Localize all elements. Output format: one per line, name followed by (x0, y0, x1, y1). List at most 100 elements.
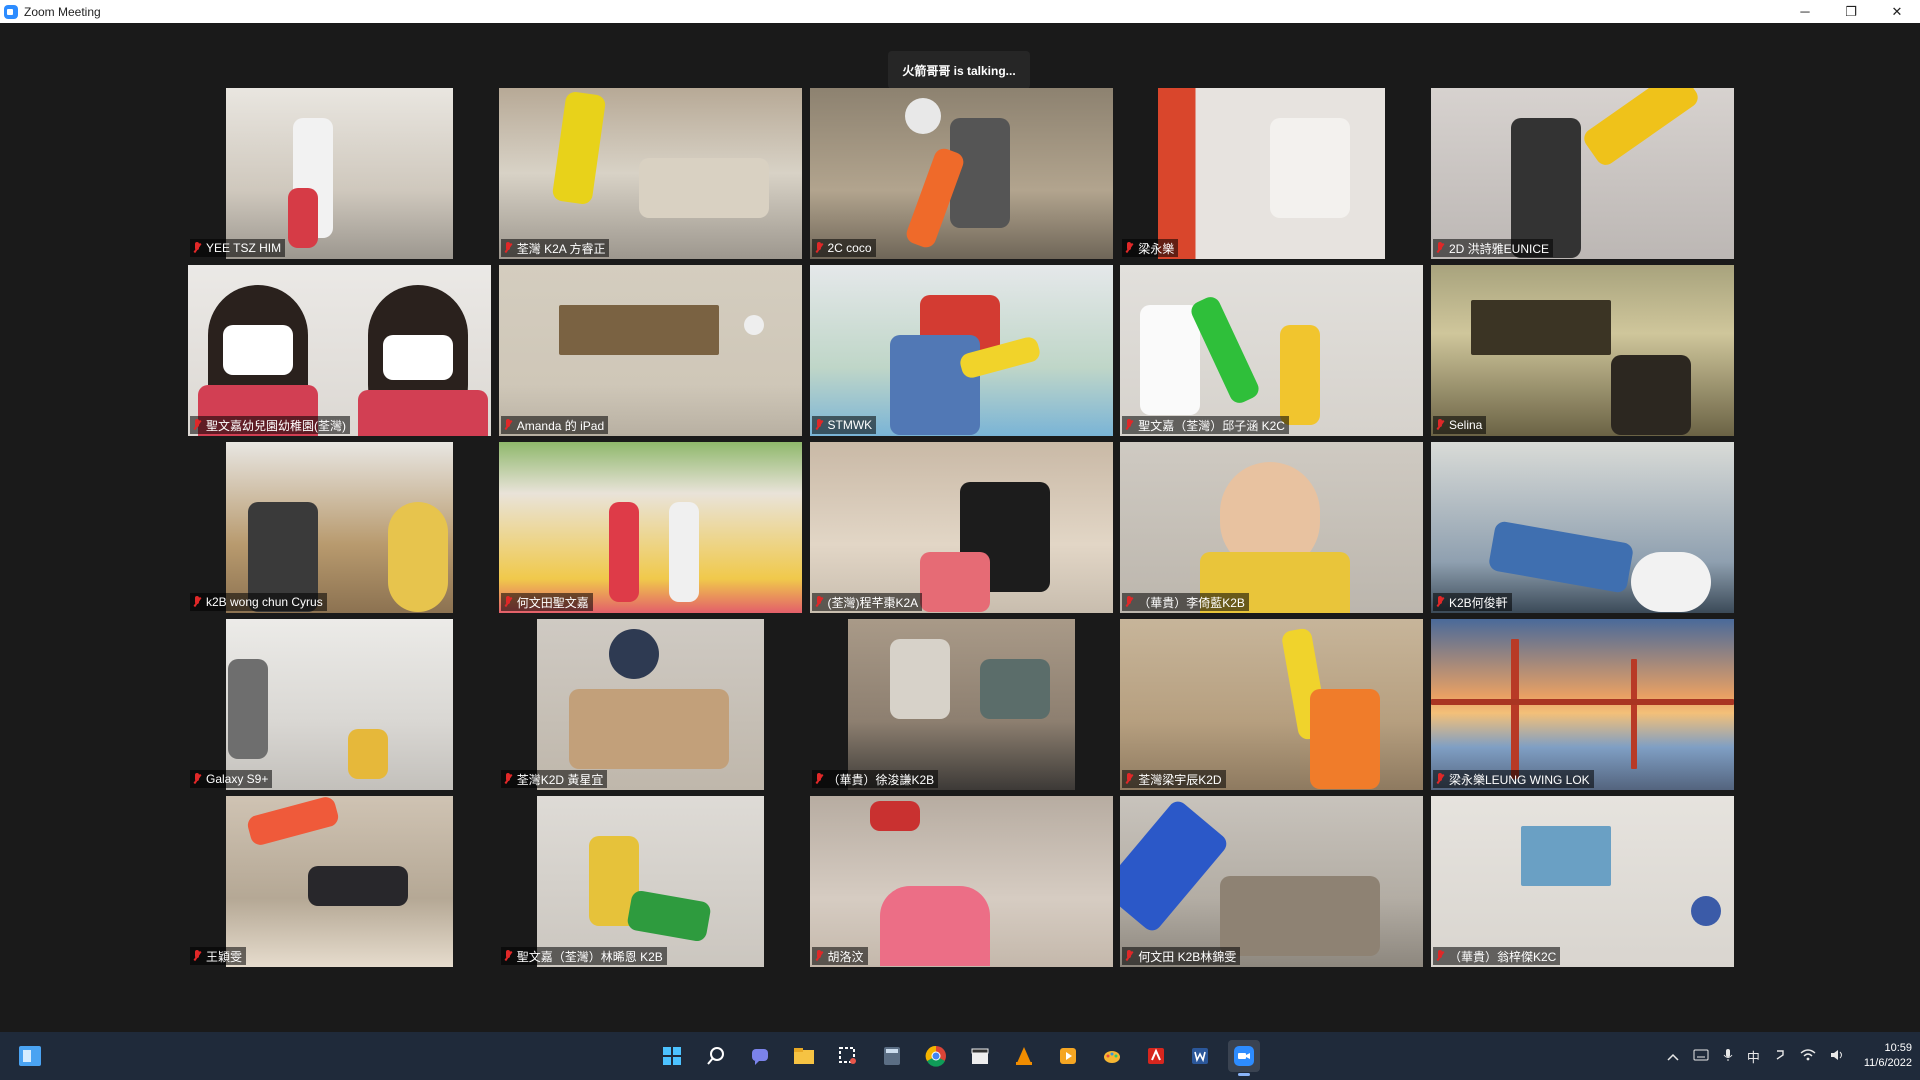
muted-mic-icon (1435, 419, 1445, 431)
system-tray: 中 10:59 11/6/2022 (1667, 1032, 1912, 1080)
volume-icon[interactable] (1830, 1049, 1844, 1064)
video-tile[interactable]: k2B wong chun Cyrus (188, 442, 491, 613)
title-bar: Zoom Meeting ─ ❐ ✕ (0, 0, 1920, 23)
muted-mic-icon (814, 596, 824, 608)
video-tile[interactable]: 胡洛汶 (809, 796, 1113, 967)
video-tile[interactable]: （華貴）徐浚謙K2B (809, 619, 1113, 790)
zoom-app-icon (4, 4, 18, 19)
clapperboard-icon[interactable] (964, 1040, 996, 1072)
muted-mic-icon (1435, 773, 1445, 785)
video-tile[interactable]: YEE TSZ HIM (188, 88, 491, 259)
muted-mic-icon (503, 419, 513, 431)
participant-label: （華貴）翁梓傑K2C (1433, 947, 1561, 965)
participant-label: 荃灣 K2A 方睿正 (500, 239, 610, 257)
video-tile[interactable]: 梁永樂LEUNG WING LOK (1431, 619, 1734, 790)
muted-mic-icon (503, 950, 513, 962)
participant-label: 2D 洪詩雅EUNICE (1433, 239, 1554, 257)
restore-button[interactable]: ❐ (1828, 0, 1874, 23)
video-tile[interactable]: 聖文嘉幼兒園幼稚園(荃灣) (188, 265, 491, 436)
participant-label: 聖文嘉（荃灣）邱子涵 K2C (1122, 416, 1289, 434)
video-tile[interactable]: Amanda 的 iPad (498, 265, 802, 436)
muted-mic-icon (1435, 242, 1445, 254)
close-button[interactable]: ✕ (1874, 0, 1920, 23)
muted-mic-icon (1124, 950, 1134, 962)
muted-mic-icon (192, 596, 202, 608)
muted-mic-icon (1124, 419, 1134, 431)
clock-date: 11/6/2022 (1863, 1057, 1912, 1069)
snipping-tool-icon[interactable] (832, 1040, 864, 1072)
meeting-stage: 火箭哥哥 is talking... YEE TSZ HIM 荃灣 K2A 方睿… (0, 23, 1920, 1032)
video-tile[interactable]: 聖文嘉（荃灣）林晞恩 K2B (498, 796, 802, 967)
muted-mic-icon (814, 419, 824, 431)
video-tile[interactable]: 王穎雯 (188, 796, 491, 967)
participant-label: 聖文嘉（荃灣）林晞恩 K2B (500, 947, 667, 965)
windows-taskbar: 中 10:59 11/6/2022 (0, 1032, 1920, 1080)
participant-label: 荃灣K2D 黃星宜 (500, 770, 608, 788)
video-tile[interactable]: K2B何俊軒 (1431, 442, 1734, 613)
video-tile[interactable]: （華貴）翁梓傑K2C (1431, 796, 1734, 967)
chrome-icon[interactable] (920, 1040, 952, 1072)
video-tile[interactable]: 2C coco (809, 88, 1113, 259)
video-tile[interactable]: 何文田 K2B林錦雯 (1120, 796, 1424, 967)
window-title: Zoom Meeting (24, 4, 101, 19)
clock[interactable]: 10:59 11/6/2022 (1864, 1041, 1912, 1071)
video-tile[interactable]: 荃灣梁宇辰K2D (1120, 619, 1424, 790)
video-tile[interactable]: 2D 洪詩雅EUNICE (1431, 88, 1734, 259)
video-tile[interactable]: (荃灣)程芊棗K2A (809, 442, 1113, 613)
participant-label: 2C coco (811, 239, 876, 257)
muted-mic-icon (814, 242, 824, 254)
active-speaker-indicator: 火箭哥哥 is talking... (888, 51, 1030, 89)
participant-label: 梁永樂LEUNG WING LOK (1433, 770, 1594, 788)
file-explorer-icon[interactable] (788, 1040, 820, 1072)
participant-label: （華貴）李倚藍K2B (1122, 593, 1249, 611)
video-tile[interactable]: （華貴）李倚藍K2B (1120, 442, 1424, 613)
video-tile[interactable]: STMWK (809, 265, 1113, 436)
video-tile[interactable]: Selina (1431, 265, 1734, 436)
participant-label: 何文田聖文嘉 (500, 593, 593, 611)
muted-mic-icon (503, 242, 513, 254)
muted-mic-icon (1124, 242, 1134, 254)
participant-label: 荃灣梁宇辰K2D (1122, 770, 1226, 788)
media-player-icon[interactable] (1052, 1040, 1084, 1072)
participant-label: Selina (1433, 416, 1487, 434)
ime-mode-icon[interactable] (1774, 1049, 1786, 1064)
participant-label: 胡洛汶 (811, 947, 868, 965)
video-tile[interactable]: 梁永樂 (1120, 88, 1424, 259)
keyboard-icon[interactable] (1693, 1049, 1709, 1064)
taskbar-apps (656, 1040, 1272, 1076)
video-tile[interactable]: 荃灣K2D 黃星宜 (498, 619, 802, 790)
video-tile[interactable]: 荃灣 K2A 方睿正 (498, 88, 802, 259)
participant-label: Amanda 的 iPad (500, 416, 609, 434)
chevron-up-icon[interactable] (1667, 1049, 1679, 1064)
search-icon[interactable] (700, 1040, 732, 1072)
video-tile[interactable]: 聖文嘉（荃灣）邱子涵 K2C (1120, 265, 1424, 436)
muted-mic-icon (192, 419, 202, 431)
participant-label: 王穎雯 (190, 947, 247, 965)
acrobat-icon[interactable] (1140, 1040, 1172, 1072)
microphone-icon[interactable] (1723, 1048, 1733, 1065)
start-icon[interactable] (656, 1040, 688, 1072)
muted-mic-icon (1124, 596, 1134, 608)
video-tile[interactable]: 何文田聖文嘉 (498, 442, 802, 613)
participant-label: 聖文嘉幼兒園幼稚園(荃灣) (190, 416, 350, 434)
chat-icon[interactable] (744, 1040, 776, 1072)
paint-icon[interactable] (1096, 1040, 1128, 1072)
input-method-indicator[interactable]: 中 (1747, 1047, 1760, 1066)
participant-label: STMWK (811, 416, 877, 434)
word-icon[interactable] (1184, 1040, 1216, 1072)
wifi-icon[interactable] (1800, 1048, 1816, 1064)
vlc-icon[interactable] (1008, 1040, 1040, 1072)
video-tile[interactable]: Galaxy S9+ (188, 619, 491, 790)
zoom-icon[interactable] (1228, 1040, 1260, 1076)
participant-label: 何文田 K2B林錦雯 (1122, 947, 1241, 965)
participant-label: Galaxy S9+ (190, 770, 273, 788)
muted-mic-icon (503, 773, 513, 785)
muted-mic-icon (192, 950, 202, 962)
participant-label: （華貴）徐浚謙K2B (811, 770, 939, 788)
clock-time: 10:59 (1884, 1042, 1912, 1054)
calculator-icon[interactable] (876, 1040, 908, 1072)
participant-label: (荃灣)程芊棗K2A (811, 593, 923, 611)
muted-mic-icon (1435, 596, 1445, 608)
minimize-button[interactable]: ─ (1782, 0, 1828, 23)
widgets-icon[interactable] (19, 1046, 41, 1066)
